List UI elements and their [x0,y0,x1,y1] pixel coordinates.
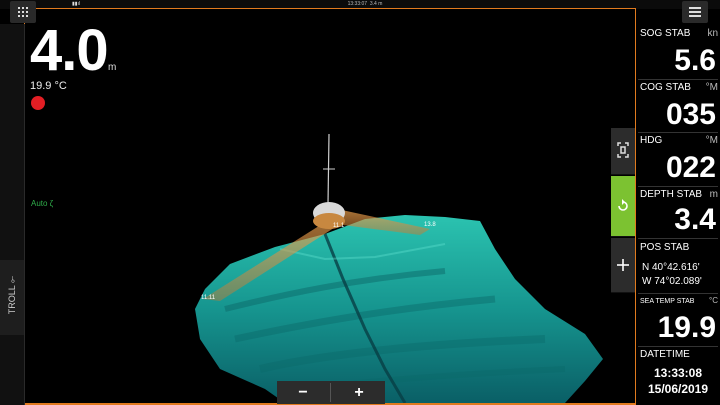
depth-unit: m [108,62,117,73]
move-button[interactable] [611,238,635,293]
depth-stab-value[interactable]: 3.4 [640,205,716,235]
divider [638,132,718,133]
divider [638,186,718,187]
zoom-divider [330,383,331,402]
cog-label: COG STAB [640,82,691,93]
pos-longitude[interactable]: W 74°02.089' [642,276,702,287]
depth-stab-label: DEPTH STAB [640,189,703,200]
zoom-in-button[interactable]: + [333,381,385,404]
seatemp-label: SEA TEMP STAB [640,298,695,305]
cog-value[interactable]: 035 [640,100,716,130]
depth-value: 4.0 [30,18,109,83]
divider [638,79,718,80]
fit-view-icon [617,142,629,158]
seatemp-unit: °C [709,296,718,305]
hamburger-icon [689,7,701,17]
signal-icon: ▮▮ıl [72,1,81,7]
datetime-label: DATETIME [640,349,690,360]
divider [638,346,718,347]
view-tools [611,128,635,293]
water-temperature: 19.9 °C [30,80,67,92]
depth-stab-unit: m [709,189,718,200]
fit-view-button[interactable] [611,128,635,175]
pos-label: POS STAB [640,242,690,253]
pos-latitude[interactable]: N 40°42.616' [642,262,700,273]
rotate-button[interactable] [611,176,635,237]
record-indicator-icon[interactable] [31,96,45,110]
auto-gauge-icon: Auto ζ [31,199,54,208]
move-icon [617,259,629,271]
divider [638,238,718,239]
troll-label: TROLL ⟜ [7,275,17,315]
sog-unit: kn [707,28,718,39]
rotate-icon [618,199,628,211]
hdg-value[interactable]: 022 [640,153,716,183]
zoom-out-button[interactable]: − [277,381,329,404]
divider [638,293,718,294]
datetime-time[interactable]: 13:33:08 [640,366,716,380]
seatemp-value[interactable]: 19.9 [640,313,716,343]
hdg-unit: °M [705,135,718,146]
hdg-label: HDG [640,135,663,146]
cog-unit: °M [705,82,718,93]
menu-button[interactable] [682,1,708,23]
sog-value[interactable]: 5.6 [640,46,716,76]
datetime-date[interactable]: 15/06/2019 [640,382,716,396]
sog-label: SOG STAB [640,28,691,39]
left-sidebar [0,24,25,405]
